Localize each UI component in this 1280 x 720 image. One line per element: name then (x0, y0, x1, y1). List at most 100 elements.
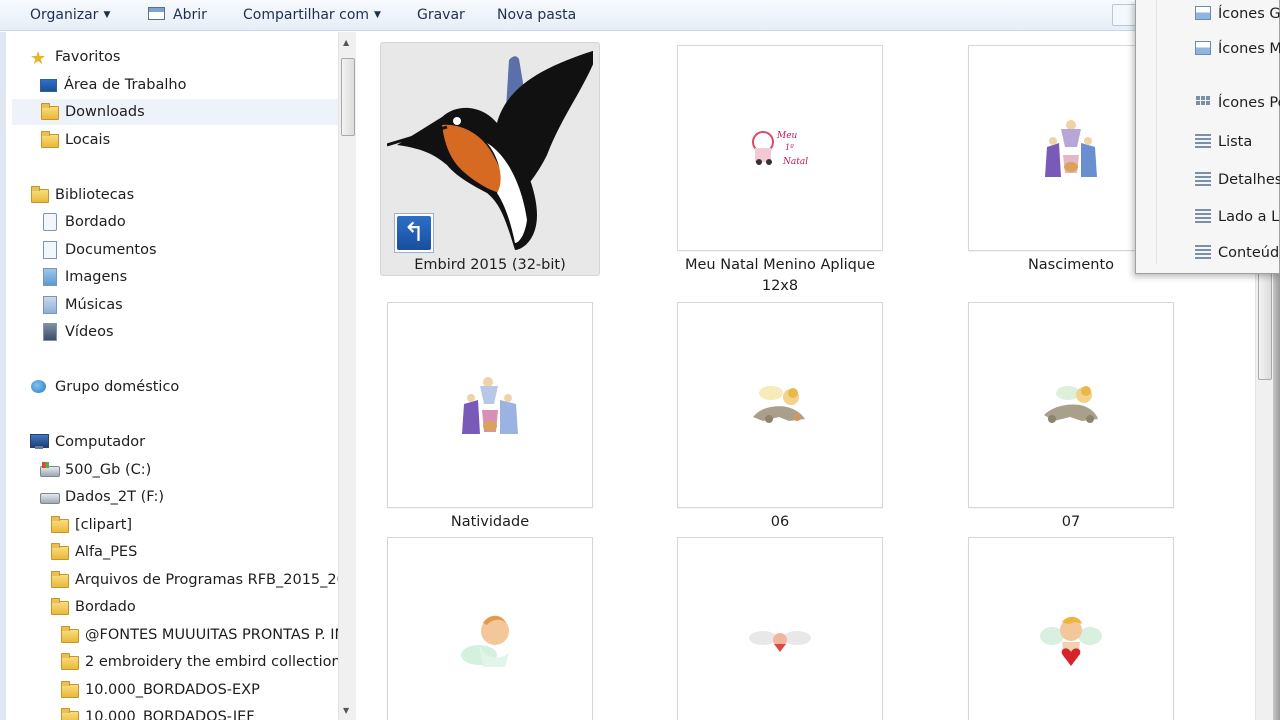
menu-item-list[interactable]: Lista (1218, 130, 1280, 154)
menu-item-details[interactable]: Detalhes (1218, 168, 1280, 192)
content-view-icon (1195, 245, 1211, 259)
open-button[interactable]: Abrir (148, 5, 207, 25)
nav-drive-c[interactable]: 500_Gb (C:) (40, 457, 340, 483)
folder-icon (50, 543, 69, 560)
folder-icon (60, 626, 79, 643)
large-icons-icon (1195, 41, 1211, 55)
menu-item-tiles[interactable]: Lado a Lado (1218, 205, 1280, 229)
scroll-up-icon[interactable]: ▲ (343, 38, 349, 47)
nav-label: Alfa_PES (75, 544, 138, 560)
folder-icon (50, 571, 69, 588)
folder-icon (60, 653, 79, 670)
nav-label: Downloads (65, 104, 145, 120)
file-thumbnail (387, 302, 593, 508)
embroidery-preview-icon (1040, 616, 1102, 666)
nav-favorites[interactable]: ★ Favoritos (30, 44, 330, 70)
nav-homegroup[interactable]: Grupo doméstico (30, 374, 330, 400)
libraries-icon (30, 186, 49, 203)
embroidery-preview-icon (1045, 120, 1097, 177)
nav-libraries[interactable]: Bibliotecas (30, 182, 330, 208)
star-icon: ★ (30, 48, 47, 69)
recent-places-icon (40, 131, 59, 148)
menu-gutter (1156, 0, 1157, 264)
homegroup-icon (30, 378, 48, 394)
nav-folder-arquivos[interactable]: Arquivos de Programas RFB_2015_2016 (50, 567, 338, 593)
nav-drive-f[interactable]: Dados_2T (F:) (40, 484, 340, 510)
svg-text:Natal: Natal (782, 157, 808, 167)
file-thumbnail: Meu 1º Natal (677, 45, 883, 251)
menu-item-small-icons[interactable]: Ícones Pequenos (1218, 91, 1280, 115)
file-thumbnail (677, 537, 883, 720)
menu-item-large-icons[interactable]: Ícones Muito Grandes (1218, 37, 1280, 61)
nav-label: 500_Gb (C:) (65, 462, 152, 478)
organize-button[interactable]: Organizar ▼ (30, 5, 110, 25)
navigation-pane: ★ Favoritos Área de Trabalho Downloads Lo… (0, 32, 338, 720)
nav-pictures[interactable]: Imagens (40, 264, 340, 290)
nav-folder-alfa-pes[interactable]: Alfa_PES (50, 539, 338, 565)
change-view-button[interactable] (1112, 4, 1136, 26)
nav-videos[interactable]: Vídeos (40, 319, 340, 345)
tiles-view-icon (1195, 209, 1211, 223)
organize-label: Organizar (30, 7, 99, 23)
nav-scrollbar[interactable]: ▲ ▼ (338, 32, 356, 720)
nav-label: Imagens (65, 269, 128, 285)
embroidery-preview-icon (461, 615, 509, 667)
view-menu: Ícones Gigantes Ícones Muito Grandes Íco… (1135, 0, 1280, 274)
nav-folder-fontes[interactable]: @FONTES MUUUITAS PRONTAS P. IN (60, 622, 338, 648)
nav-label: Área de Trabalho (64, 77, 187, 93)
folder-icon (60, 681, 79, 698)
burn-label: Gravar (417, 7, 465, 23)
nav-folder-embird-collection[interactable]: 2 embroidery the embird collection (60, 649, 338, 675)
nav-folder-clipart[interactable]: [clipart] (50, 512, 338, 538)
nav-scroll-thumb[interactable] (341, 58, 355, 136)
nav-label: Músicas (65, 297, 123, 313)
nav-recent-places[interactable]: Locais (40, 127, 340, 153)
menu-item-content[interactable]: Conteúdo (1218, 241, 1280, 265)
nav-folder-bordados-jef[interactable]: 10.000_BORDADOS-JEF (60, 704, 338, 720)
nav-label: Computador (55, 434, 146, 450)
new-folder-button[interactable]: Nova pasta (497, 5, 576, 25)
share-button[interactable]: Compartilhar com ▼ (243, 5, 381, 25)
file-thumbnail: ↰ (386, 45, 599, 253)
nav-folder-bordados-exp[interactable]: 10.000_BORDADOS-EXP (60, 677, 338, 703)
open-label: Abrir (173, 7, 207, 23)
nav-label: Dados_2T (F:) (65, 489, 165, 505)
command-bar: Organizar ▼ Abrir Compartilhar com ▼ Grava… (0, 0, 1280, 31)
nav-folder-bordado[interactable]: Bordado (50, 594, 338, 620)
nav-computer[interactable]: Computador (30, 429, 330, 455)
computer-icon (30, 433, 49, 449)
drive-icon (40, 488, 60, 504)
nav-label: Favoritos (55, 49, 121, 65)
desktop-icon (40, 79, 57, 92)
videos-icon (40, 323, 58, 341)
svg-text:1º: 1º (785, 143, 794, 152)
chevron-down-icon: ▼ (103, 10, 111, 20)
scroll-down-icon[interactable]: ▼ (343, 706, 349, 715)
nav-downloads[interactable]: Downloads (12, 99, 338, 125)
file-name: Meu Natal Menino Aplique 12x8 (685, 257, 875, 294)
nav-music[interactable]: Músicas (40, 292, 340, 318)
nav-documents[interactable]: Documentos (40, 237, 340, 263)
pictures-icon (40, 268, 58, 286)
chevron-down-icon: ▼ (374, 10, 381, 20)
nav-label: Documentos (65, 242, 157, 258)
library-icon (40, 213, 58, 231)
burn-button[interactable]: Gravar (417, 5, 465, 25)
embroidery-preview-icon (1044, 386, 1098, 423)
nav-library-bordado[interactable]: Bordado (40, 209, 340, 235)
details-view-icon (1195, 172, 1211, 186)
folder-icon (60, 708, 79, 720)
embroidery-preview-icon (462, 377, 518, 434)
svg-text:Meu: Meu (776, 131, 798, 141)
nav-label: Bordado (65, 214, 126, 230)
menu-item-extra-large-icons[interactable]: Ícones Gigantes (1218, 2, 1280, 26)
nav-desktop[interactable]: Área de Trabalho (40, 72, 340, 98)
file-list: ↰ Embird 2015 (32-bit) Meu 1º Natal Meu … (357, 32, 1255, 720)
system-drive-icon (40, 461, 60, 477)
nav-label: Grupo doméstico (55, 379, 180, 395)
nav-label: 2 embroidery the embird collection (85, 654, 338, 670)
share-label: Compartilhar com (243, 7, 370, 23)
nav-label: Bibliotecas (55, 187, 135, 203)
nav-label: Vídeos (65, 324, 114, 340)
file-name: 07 (1061, 514, 1081, 530)
